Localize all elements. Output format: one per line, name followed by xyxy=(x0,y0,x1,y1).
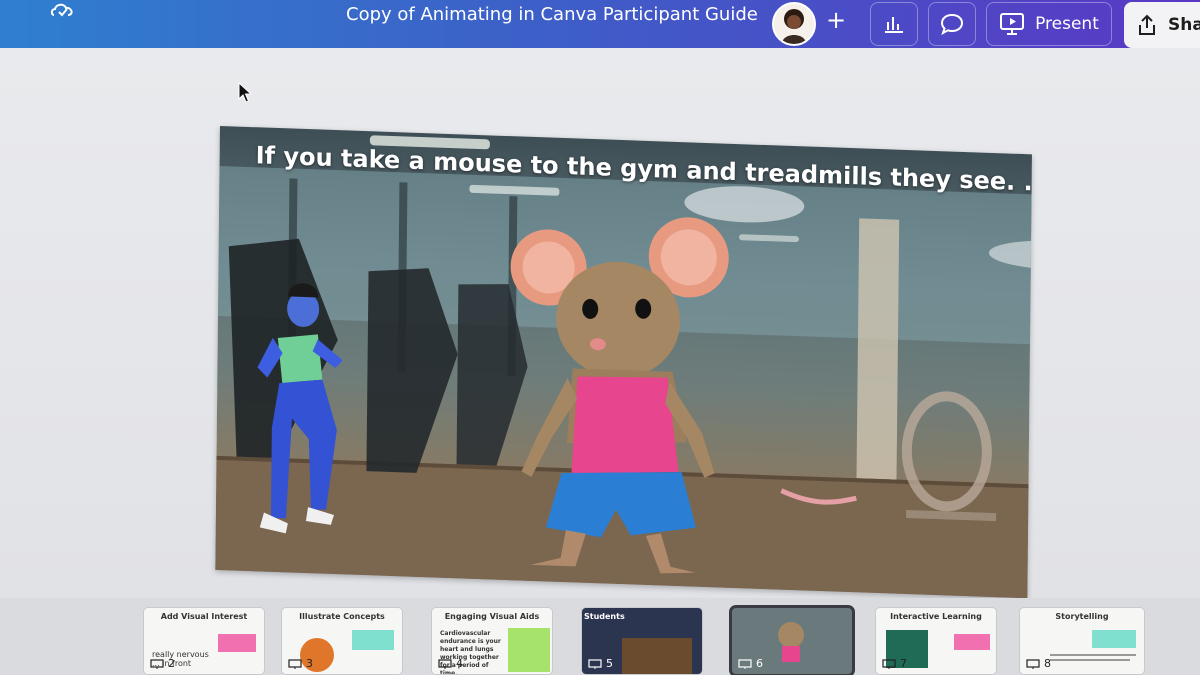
user-avatar[interactable] xyxy=(772,2,816,46)
thumbnail-title: Storytelling xyxy=(1055,612,1109,621)
thumbnail-page-number: 4 xyxy=(438,657,463,670)
page-thumbnail-4[interactable]: Engaging Visual Aids Cardiovascular endu… xyxy=(432,608,552,674)
presenter-icon xyxy=(150,658,164,669)
share-label: Sha xyxy=(1168,15,1200,35)
thumbnail-title: Engaging Visual Aids xyxy=(444,612,540,621)
thumbnail-sticky-note xyxy=(218,634,256,652)
share-icon xyxy=(1139,14,1155,35)
page-thumbnail-3[interactable]: Illustrate Concepts 3 xyxy=(282,608,402,674)
thumbnail-scene-image xyxy=(622,638,692,674)
thumbnail-sticky-note xyxy=(352,630,394,650)
thumbnail-title: Add Visual Interest xyxy=(160,612,248,621)
thumbnail-page-number: 8 xyxy=(1026,657,1051,670)
thumbnail-sticky-note xyxy=(1092,630,1136,648)
present-label: Present xyxy=(1035,14,1099,34)
presenter-icon xyxy=(588,658,602,669)
gym-scene xyxy=(215,135,1032,599)
presenter-icon xyxy=(738,658,752,669)
thumbnail-title: Illustrate Concepts xyxy=(299,612,385,621)
presenter-icon xyxy=(1026,658,1040,669)
cloud-saved-icon[interactable] xyxy=(48,0,78,22)
page-thumbnail-6[interactable]: 6 xyxy=(732,608,852,674)
add-collaborator-button[interactable]: + xyxy=(822,6,850,34)
editor-canvas-area[interactable]: If you take a mouse to the gym and tread… xyxy=(0,48,1200,599)
document-title[interactable]: Copy of Animating in Canva Participant G… xyxy=(346,4,758,25)
thumbnail-page-number: 7 xyxy=(882,657,907,670)
insights-button[interactable] xyxy=(870,2,918,46)
comments-button[interactable] xyxy=(928,2,976,46)
present-icon xyxy=(1000,13,1025,35)
page-filmstrip: Add Visual Interest really nervous ... i… xyxy=(0,598,1200,675)
page-thumbnail-2[interactable]: Add Visual Interest really nervous ... i… xyxy=(144,608,264,674)
thumbnail-page-number: 3 xyxy=(288,657,313,670)
thumbnail-page-number: 2 xyxy=(150,657,175,670)
current-slide[interactable]: If you take a mouse to the gym and tread… xyxy=(215,126,1032,599)
thumbnail-mouse-image xyxy=(778,622,804,648)
bar-chart-icon xyxy=(885,17,903,33)
comment-icon xyxy=(940,13,964,35)
presenter-icon xyxy=(882,658,896,669)
thumbnail-page-number: 6 xyxy=(738,657,763,670)
thumbnail-sticky-note xyxy=(508,628,550,672)
share-button[interactable]: Sha xyxy=(1124,2,1200,48)
thumbnail-title: Students xyxy=(584,612,625,621)
page-thumbnail-8[interactable]: Storytelling 8 xyxy=(1020,608,1144,674)
present-button[interactable]: Present xyxy=(986,2,1112,46)
thumbnail-sticky-note xyxy=(954,634,990,650)
presenter-icon xyxy=(288,658,302,669)
presenter-icon xyxy=(438,658,452,669)
page-thumbnail-5[interactable]: Students 5 xyxy=(582,608,702,674)
top-toolbar: Copy of Animating in Canva Participant G… xyxy=(0,0,1200,48)
page-thumbnail-7[interactable]: Interactive Learning 7 xyxy=(876,608,996,674)
mouse-cursor-icon xyxy=(238,82,252,103)
thumbnail-title: Interactive Learning xyxy=(890,612,982,621)
canva-editor: Copy of Animating in Canva Participant G… xyxy=(0,0,1200,675)
thumbnail-page-number: 5 xyxy=(588,657,613,670)
